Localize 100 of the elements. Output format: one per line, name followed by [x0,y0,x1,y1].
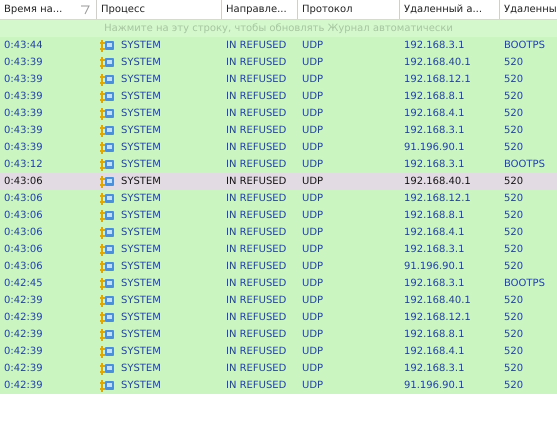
process-cell-text: SYSTEM [121,56,161,70]
log-row[interactable]: 0:43:06 SYSTEM IN REFUSED UDP 192.168.12.1 520 [0,190,557,207]
column-header[interactable]: Направле... [222,0,298,19]
port-cell-text: 520 [503,107,524,121]
log-row[interactable]: 0:43:44 SYSTEM IN REFUSED UDP 192.168.3.1 BOOTPS [0,37,557,54]
protocol-cell-text: UDP [301,73,324,87]
time-cell-text: 0:43:39 [3,107,44,121]
process-icon [99,72,115,86]
log-row[interactable]: 0:43:06 SYSTEM IN REFUSED UDP 192.168.3.1 520 [0,241,557,258]
address-cell-text: 91.196.90.1 [403,379,466,393]
log-row[interactable]: 0:43:12 SYSTEM IN REFUSED UDP 192.168.3.1 BOOTPS [0,156,557,173]
process-icon [99,140,115,154]
column-header[interactable]: Процесс [97,0,222,19]
log-row[interactable]: 0:43:06 SYSTEM IN REFUSED UDP 192.168.40.1 520 [0,173,557,190]
direction-cell-text: IN REFUSED [225,90,288,104]
time-cell-text: 0:42:39 [3,345,44,359]
address-cell-text: 192.168.3.1 [403,39,466,53]
port-cell-text: 520 [503,73,524,87]
log-row[interactable]: 0:43:39 SYSTEM IN REFUSED UDP 192.168.4.1 520 [0,105,557,122]
log-row[interactable]: 0:43:06 SYSTEM IN REFUSED UDP 192.168.4.1 520 [0,224,557,241]
direction-cell-text: IN REFUSED [225,243,288,257]
time-cell-text: 0:43:39 [3,73,44,87]
port-cell-text: 520 [503,294,524,308]
port-cell-text: BOOTPS [503,158,546,172]
protocol-cell-text: UDP [301,39,324,53]
process-cell-text: SYSTEM [121,328,161,342]
address-cell-text: 192.168.12.1 [403,73,472,87]
direction-cell-text: IN REFUSED [225,362,288,376]
log-row[interactable]: 0:42:39 SYSTEM IN REFUSED UDP 192.168.40.1 520 [0,292,557,309]
direction-cell-text: IN REFUSED [225,379,288,393]
log-row[interactable]: 0:43:06 SYSTEM IN REFUSED UDP 91.196.90.1 520 [0,258,557,275]
direction-cell-text: IN REFUSED [225,158,288,172]
process-cell-text: SYSTEM [121,379,161,393]
process-cell-text: SYSTEM [121,73,161,87]
time-cell-text: 0:43:06 [3,192,44,206]
direction-cell-text: IN REFUSED [225,209,288,223]
direction-cell-text: IN REFUSED [225,277,288,291]
protocol-cell-text: UDP [301,362,324,376]
process-icon [99,362,115,376]
time-cell-text: 0:43:06 [3,226,44,240]
process-cell-text: SYSTEM [121,277,161,291]
log-row[interactable]: 0:43:39 SYSTEM IN REFUSED UDP 192.168.40.1 520 [0,54,557,71]
log-row[interactable]: 0:43:39 SYSTEM IN REFUSED UDP 91.196.90.1 520 [0,139,557,156]
time-cell-text: 0:43:06 [3,260,44,274]
process-icon [99,38,115,52]
port-cell-text: BOOTPS [503,277,546,291]
column-header[interactable]: Удаленный а... [400,0,500,19]
protocol-cell-text: UDP [301,56,324,70]
address-cell-text: 192.168.12.1 [403,192,472,206]
process-icon [99,276,115,290]
process-cell-text: SYSTEM [121,107,161,121]
log-row[interactable]: 0:43:39 SYSTEM IN REFUSED UDP 192.168.3.1 520 [0,122,557,139]
log-row[interactable]: 0:42:39 SYSTEM IN REFUSED UDP 192.168.3.1 520 [0,360,557,377]
log-row[interactable]: 0:42:39 SYSTEM IN REFUSED UDP 192.168.4.1 520 [0,343,557,360]
port-cell-text: 520 [503,209,524,223]
port-cell-text: 520 [503,56,524,70]
log-row[interactable]: 0:43:06 SYSTEM IN REFUSED UDP 192.168.8.1 520 [0,207,557,224]
process-cell-text: SYSTEM [121,90,161,104]
direction-cell-text: IN REFUSED [225,73,288,87]
address-cell-text: 192.168.4.1 [403,107,466,121]
process-icon [99,174,115,188]
protocol-cell-text: UDP [301,277,324,291]
time-cell-text: 0:43:06 [3,243,44,257]
time-cell-text: 0:43:39 [3,124,44,138]
address-cell-text: 192.168.12.1 [403,311,472,325]
address-cell-text: 192.168.3.1 [403,124,466,138]
log-row[interactable]: 0:43:39 SYSTEM IN REFUSED UDP 192.168.12.1 520 [0,71,557,88]
process-icon [99,192,115,206]
process-icon [99,310,115,324]
protocol-cell-text: UDP [301,345,324,359]
log-row[interactable]: 0:42:39 SYSTEM IN REFUSED UDP 192.168.8.1 520 [0,326,557,343]
process-cell-text: SYSTEM [121,192,161,206]
log-row[interactable]: 0:42:45 SYSTEM IN REFUSED UDP 192.168.3.1 BOOTPS [0,275,557,292]
address-cell-text: 192.168.40.1 [403,294,472,308]
log-row[interactable]: 0:42:39 SYSTEM IN REFUSED UDP 192.168.12.1 520 [0,309,557,326]
process-icon [99,294,115,308]
time-cell-text: 0:43:44 [3,39,44,53]
column-header[interactable]: Время на... [0,0,97,19]
port-cell-text: 520 [503,90,524,104]
process-cell-text: SYSTEM [121,311,161,325]
protocol-cell-text: UDP [301,294,324,308]
protocol-cell-text: UDP [301,158,324,172]
time-cell-text: 0:43:06 [3,175,44,189]
address-cell-text: 192.168.40.1 [403,175,472,189]
process-icon [99,226,115,240]
protocol-cell-text: UDP [301,209,324,223]
process-cell-text: SYSTEM [121,243,161,257]
protocol-cell-text: UDP [301,141,324,155]
port-cell-text: 520 [503,345,524,359]
process-icon [99,106,115,120]
process-icon [99,344,115,358]
log-row[interactable]: 0:42:39 SYSTEM IN REFUSED UDP 91.196.90.1 520 [0,377,557,394]
column-header[interactable]: Протокол [298,0,400,19]
time-cell-text: 0:43:39 [3,56,44,70]
direction-cell-text: IN REFUSED [225,192,288,206]
column-header[interactable]: Удаленны [500,0,557,19]
process-icon [99,378,115,392]
process-cell-text: SYSTEM [121,226,161,240]
address-cell-text: 192.168.8.1 [403,209,466,223]
log-row[interactable]: 0:43:39 SYSTEM IN REFUSED UDP 192.168.8.1 520 [0,88,557,105]
